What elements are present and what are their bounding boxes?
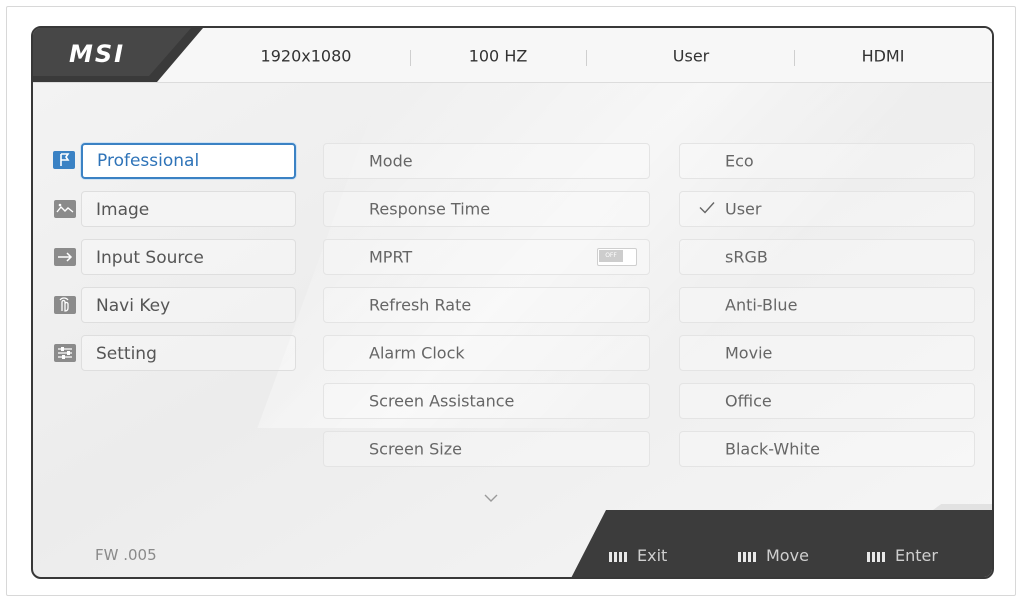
option-screen-assistance[interactable]: Screen Assistance	[323, 383, 650, 419]
enter-hint: Enter	[867, 546, 938, 566]
option-label: Alarm Clock	[369, 343, 465, 363]
move-hint: Move	[738, 546, 809, 566]
nav-label: Input Source	[96, 248, 204, 268]
mode-label: Anti-Blue	[725, 295, 798, 315]
option-response-time[interactable]: Response Time	[323, 191, 650, 227]
enter-label: Enter	[895, 546, 938, 565]
logo-tab: MSI	[33, 28, 203, 82]
mode-label: User	[725, 199, 762, 219]
nav-item-navi-key[interactable]: Navi Key	[54, 287, 296, 323]
option-label: Screen Size	[369, 439, 462, 459]
mode-label: Black-White	[725, 439, 820, 459]
input-readout: HDMI	[861, 46, 905, 66]
nav-item-setting[interactable]: Setting	[54, 335, 296, 371]
refresh-readout: 100 HZ	[468, 46, 528, 66]
option-mprt[interactable]: MPRT OFF	[323, 239, 650, 275]
key-hint-bar	[33, 466, 992, 577]
key-bars-icon	[738, 547, 758, 566]
exit-label: Exit	[637, 546, 668, 565]
flag-icon	[53, 151, 75, 169]
mode-movie[interactable]: Movie	[679, 335, 975, 371]
divider	[794, 50, 795, 66]
mode-readout: User	[672, 46, 710, 66]
divider	[586, 50, 587, 66]
option-label: Mode	[369, 151, 413, 171]
option-label: Refresh Rate	[369, 295, 472, 315]
nav-label: Navi Key	[96, 296, 171, 316]
toggle-state: OFF	[599, 250, 623, 262]
resolution-readout: 1920x1080	[260, 46, 352, 66]
mode-srgb[interactable]: sRGB	[679, 239, 975, 275]
nav-item-input-source[interactable]: Input Source	[54, 239, 296, 275]
image-icon	[54, 200, 76, 218]
mode-label: Office	[725, 391, 772, 411]
move-label: Move	[766, 546, 809, 565]
option-label: MPRT	[369, 247, 413, 267]
option-label: Response Time	[369, 199, 491, 219]
checkmark-icon	[698, 200, 716, 219]
arrow-right-icon	[54, 248, 76, 266]
nav-label: Setting	[96, 344, 157, 364]
nav-label: Image	[96, 200, 150, 220]
mode-office[interactable]: Office	[679, 383, 975, 419]
osd-menu: MSI 1920x1080 100 HZ User HDMI Professio…	[31, 26, 994, 579]
hand-icon	[54, 296, 76, 314]
mprt-toggle[interactable]: OFF	[597, 248, 637, 266]
nav-item-image[interactable]: Image	[54, 191, 296, 227]
exit-hint: Exit	[609, 546, 667, 566]
option-refresh-rate[interactable]: Refresh Rate	[323, 287, 650, 323]
nav-label: Professional	[97, 151, 200, 171]
option-mode[interactable]: Mode	[323, 143, 650, 179]
divider	[410, 50, 411, 66]
mode-label: Eco	[725, 151, 754, 171]
mode-black-white[interactable]: Black-White	[679, 431, 975, 467]
mode-user[interactable]: User	[679, 191, 975, 227]
msi-logo: MSI	[69, 40, 126, 68]
option-screen-size[interactable]: Screen Size	[323, 431, 650, 467]
status-bar: MSI 1920x1080 100 HZ User HDMI	[33, 28, 992, 83]
sliders-icon	[54, 344, 76, 362]
mode-anti-blue[interactable]: Anti-Blue	[679, 287, 975, 323]
mode-label: Movie	[725, 343, 773, 363]
option-alarm-clock[interactable]: Alarm Clock	[323, 335, 650, 371]
key-bars-icon	[867, 547, 887, 566]
nav-item-professional[interactable]: Professional	[53, 143, 296, 179]
option-label: Screen Assistance	[369, 391, 515, 411]
mode-label: sRGB	[725, 247, 768, 267]
key-bars-icon	[609, 547, 629, 566]
mode-eco[interactable]: Eco	[679, 143, 975, 179]
